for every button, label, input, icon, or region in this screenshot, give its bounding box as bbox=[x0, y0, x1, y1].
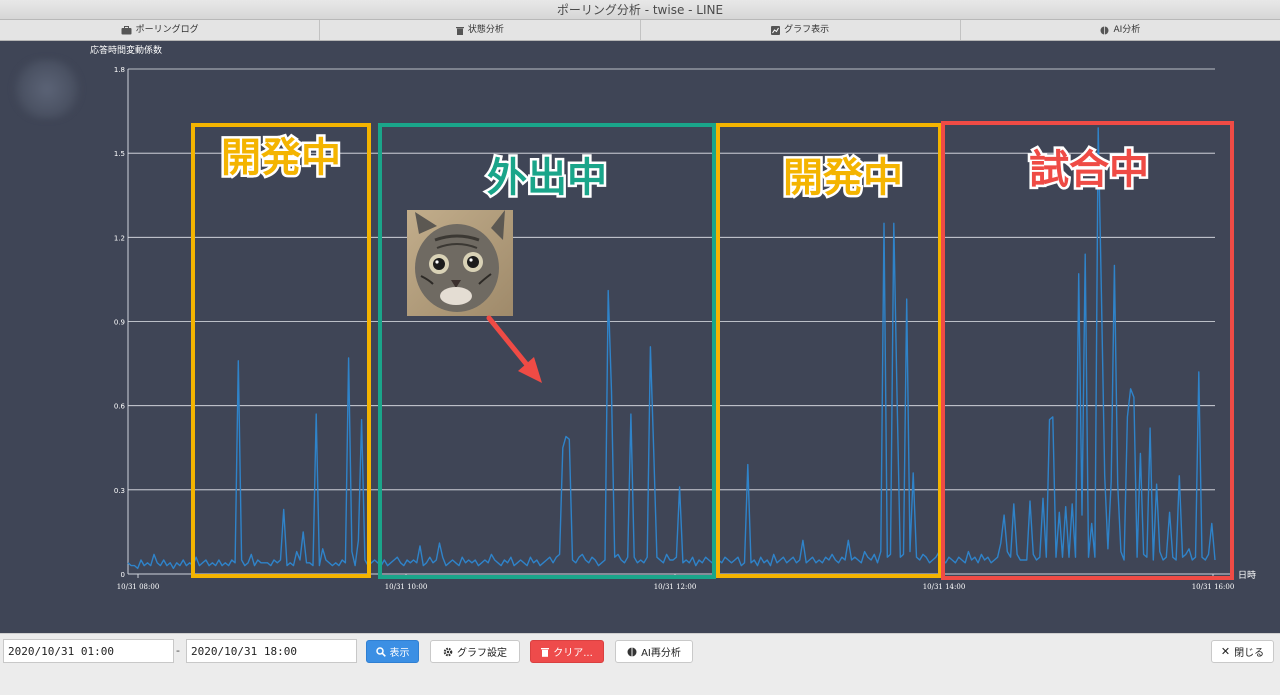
clear-button[interactable]: クリア... bbox=[530, 640, 604, 663]
trash-icon bbox=[455, 26, 464, 35]
tab-graph-view[interactable]: グラフ表示 bbox=[641, 20, 961, 40]
tab-polling-log[interactable]: ポーリングログ bbox=[0, 20, 321, 40]
tab-state-analysis-label: 状態分析 bbox=[467, 25, 504, 35]
x-axis-label: 日時 bbox=[1238, 570, 1256, 581]
show-button-label: 表示 bbox=[389, 648, 410, 659]
x-tick-label: 10/31 12:00 bbox=[654, 583, 697, 591]
annotation-label: 開発中 bbox=[221, 135, 341, 181]
start-date-input[interactable] bbox=[3, 639, 174, 663]
briefcase-icon bbox=[121, 25, 132, 34]
tab-state-analysis[interactable]: 状態分析 bbox=[320, 20, 641, 40]
tab-graph-view-label: グラフ表示 bbox=[784, 25, 830, 35]
close-button[interactable]: ✕ 閉じる bbox=[1211, 640, 1274, 663]
ai-reanalyze-button[interactable]: AI再分析 bbox=[615, 640, 693, 663]
annotation-box bbox=[191, 123, 371, 578]
x-tick-label: 10/31 14:00 bbox=[923, 583, 966, 591]
tab-ai-analysis[interactable]: AI分析 bbox=[961, 20, 1280, 40]
cat-photo-icon bbox=[407, 210, 513, 316]
ai-reanalyze-label: AI再分析 bbox=[641, 648, 681, 659]
arrow-icon bbox=[486, 315, 542, 383]
brain-icon bbox=[1100, 26, 1109, 34]
y-tick-label: 0.9 bbox=[114, 319, 125, 327]
window-title: ポーリング分析 - twise - LINE bbox=[556, 3, 724, 17]
end-date-input[interactable] bbox=[186, 639, 357, 663]
graph-settings-label: グラフ設定 bbox=[457, 648, 507, 659]
chart-area: 応答時間変動係数 1.8 1.5 1.2 0.9 0.6 0.3 0 10/31 08:00 10… bbox=[0, 41, 1280, 633]
x-tick-label: 10/31 08:00 bbox=[117, 583, 160, 591]
annotation-label: 開発中 bbox=[783, 155, 903, 201]
tab-bar: ポーリングログ 状態分析 グラフ表示 AI分析 bbox=[0, 20, 1280, 41]
gear-icon bbox=[443, 647, 453, 656]
x-tick-label: 10/31 16:00 bbox=[1192, 583, 1235, 591]
chart-icon bbox=[771, 25, 781, 35]
y-tick-label: 0 bbox=[121, 571, 125, 579]
graph-settings-button[interactable]: グラフ設定 bbox=[430, 640, 520, 663]
show-button[interactable]: 表示 bbox=[366, 640, 419, 663]
control-bar: - 表示 グラフ設定 クリア... AI再分析 ✕ 閉じる bbox=[0, 633, 1280, 695]
x-tick-label: 10/31 10:00 bbox=[385, 583, 428, 591]
y-tick-label: 1.8 bbox=[114, 66, 125, 74]
close-icon: ✕ bbox=[1220, 645, 1231, 658]
title-bar: ポーリング分析 - twise - LINE bbox=[0, 0, 1280, 20]
clear-button-label: クリア... bbox=[553, 648, 593, 659]
tab-ai-analysis-label: AI分析 bbox=[1113, 25, 1141, 35]
trash-icon bbox=[541, 647, 550, 657]
y-tick-label: 1.2 bbox=[114, 234, 125, 242]
series-line bbox=[127, 127, 1216, 570]
y-axis-label: 応答時間変動係数 bbox=[90, 44, 162, 56]
response-time-chart: 応答時間変動係数 1.8 1.5 1.2 0.9 0.6 0.3 0 10/31 08:00 10… bbox=[90, 44, 1256, 591]
app-window: ポーリング分析 - twise - LINE ポーリングログ 状態分析 グラフ表… bbox=[0, 0, 1280, 695]
annotation-label: 試合中 bbox=[1029, 147, 1149, 193]
y-tick-label: 1.5 bbox=[114, 150, 125, 158]
brain-icon bbox=[627, 647, 637, 656]
y-tick-label: 0.3 bbox=[114, 487, 125, 495]
y-tick-label: 0.6 bbox=[114, 403, 126, 411]
date-range-separator: - bbox=[176, 644, 180, 657]
close-button-label: 閉じる bbox=[1234, 648, 1265, 659]
tab-polling-log-label: ポーリングログ bbox=[135, 25, 199, 35]
annotation-label: 外出中 bbox=[487, 155, 607, 201]
search-icon bbox=[375, 646, 386, 657]
